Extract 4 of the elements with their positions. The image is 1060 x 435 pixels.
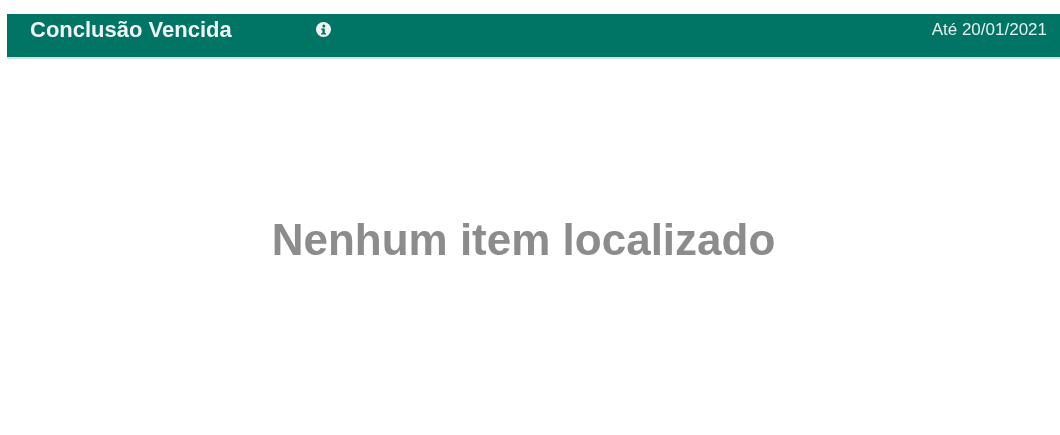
- due-date: Até 20/01/2021: [931, 19, 1047, 40]
- info-icon[interactable]: [315, 22, 331, 37]
- panel-title: Conclusão Vencida: [30, 16, 232, 43]
- empty-message: Nenhum item localizado: [271, 215, 776, 265]
